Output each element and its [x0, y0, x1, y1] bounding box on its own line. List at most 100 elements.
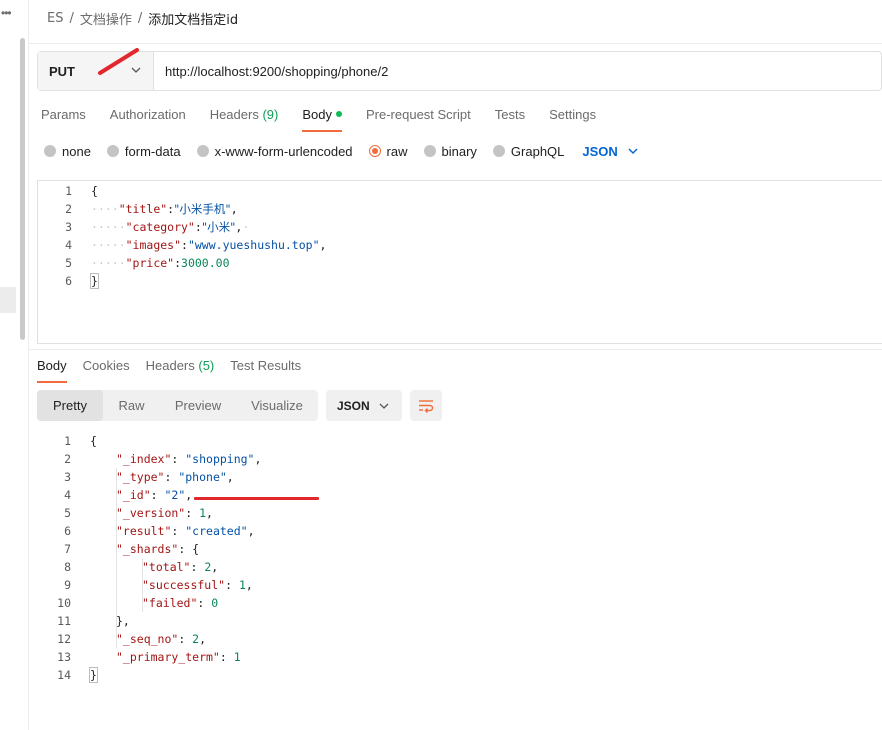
code-token: ,	[226, 470, 234, 484]
response-tab-body[interactable]: Body	[37, 358, 67, 383]
method-select[interactable]: PUT	[38, 52, 154, 90]
tab-settings[interactable]: Settings	[549, 107, 596, 131]
line-number: 14	[57, 668, 71, 682]
code-token: :	[171, 452, 186, 466]
code-line: 7 "_shards": {	[37, 540, 882, 558]
red-underline-mark	[194, 497, 319, 500]
indent-guide	[116, 468, 117, 648]
code-token: "phone"	[178, 470, 227, 484]
radio-icon[interactable]	[44, 145, 56, 157]
code-token: ,	[199, 632, 207, 646]
code-token: : {	[178, 542, 200, 556]
code-content: "failed": 0	[142, 596, 218, 610]
tab-body[interactable]: Body	[302, 107, 342, 132]
code-line: 1{	[38, 182, 882, 200]
view-mode-pretty[interactable]: Pretty	[37, 390, 103, 421]
breadcrumb-collection[interactable]: ES	[47, 11, 63, 26]
code-content: "result": "created",	[116, 524, 255, 538]
view-mode-preview[interactable]: Preview	[160, 390, 236, 421]
code-token: "2"	[164, 488, 186, 502]
body-type-none[interactable]: none	[44, 144, 91, 159]
code-token: ,	[245, 578, 253, 592]
code-token: :	[181, 238, 188, 252]
radio-icon[interactable]	[423, 145, 436, 157]
tab-count-badge: (5)	[198, 358, 215, 373]
line-number: 4	[64, 488, 71, 502]
code-token: "total"	[142, 560, 191, 574]
radio-icon[interactable]	[492, 145, 505, 157]
response-format-select[interactable]: JSON	[326, 390, 402, 421]
code-token: :	[197, 596, 212, 610]
code-token: },	[116, 614, 130, 628]
tab-pre-request-script[interactable]: Pre-request Script	[366, 107, 471, 131]
line-number: 3	[65, 220, 72, 234]
code-token: ,	[319, 238, 327, 252]
code-token: 1	[238, 578, 246, 592]
request-body-editor[interactable]: 1{2 ····"title":"小米手机", 3 ·····"category":"…	[37, 180, 882, 344]
tab-label: Headers	[145, 358, 195, 373]
chevron-down-icon	[379, 403, 389, 409]
radio-icon[interactable]	[196, 145, 209, 157]
body-type-label: raw	[386, 143, 408, 159]
code-token: "www.yueshushu.top"	[187, 238, 320, 252]
body-type-x-www-form-urlencoded[interactable]: x-www-form-urlencoded	[196, 144, 353, 159]
breadcrumb-request-name[interactable]: 添加文档指定id	[148, 9, 238, 28]
url-input[interactable]	[154, 52, 881, 90]
tab-headers[interactable]: Headers (9)	[210, 107, 279, 131]
code-line: 8 "total": 2,	[37, 558, 882, 576]
tab-tests[interactable]: Tests	[495, 107, 525, 131]
wrap-lines-button[interactable]	[410, 390, 442, 421]
line-number: 9	[64, 578, 71, 592]
code-line: 10 "failed": 0	[37, 594, 882, 612]
response-tab-test-results[interactable]: Test Results	[230, 358, 301, 382]
method-label: PUT	[49, 63, 75, 79]
body-type-raw[interactable]: raw	[368, 143, 408, 159]
code-content: {	[90, 434, 97, 448]
more-horizontal-icon[interactable]: •••	[1, 6, 12, 20]
view-mode-raw[interactable]: Raw	[103, 390, 160, 421]
code-token: :	[219, 650, 234, 664]
code-token: 1	[233, 650, 241, 664]
divider	[29, 349, 882, 350]
code-token: :	[171, 524, 186, 538]
code-token: ,	[254, 452, 262, 466]
breadcrumb-separator: /	[69, 10, 74, 26]
code-token: ····	[91, 202, 119, 216]
breadcrumb: ES / 文档操作 / 添加文档指定id	[47, 9, 238, 28]
body-format-select[interactable]: JSON	[582, 143, 638, 159]
body-type-form-data[interactable]: form-data	[106, 144, 181, 159]
code-token: "_id"	[116, 488, 151, 502]
response-body-viewer[interactable]: 1{2 "_index": "shopping", 3 "_type": "phone…	[37, 432, 882, 684]
line-number: 6	[65, 274, 72, 288]
response-tab-headers[interactable]: Headers (5)	[146, 358, 215, 382]
code-token: ·····	[91, 238, 126, 252]
body-type-binary[interactable]: binary	[423, 144, 477, 159]
body-format-label: JSON	[582, 143, 618, 159]
tab-label: Test Results	[230, 358, 302, 373]
line-number: 5	[65, 256, 72, 270]
body-type-graphql[interactable]: GraphQL	[492, 144, 564, 159]
view-mode-visualize[interactable]: Visualize	[236, 390, 318, 421]
tab-label: Pre-request Script	[365, 107, 471, 122]
code-token: ,	[247, 524, 255, 538]
sidebar-selected-item[interactable]	[0, 287, 16, 313]
tab-params[interactable]: Params	[41, 107, 86, 131]
code-content: }	[89, 667, 98, 683]
code-line: 3 ·····"category":"小米",·	[38, 218, 882, 236]
code-token: "_seq_no"	[116, 632, 179, 646]
tab-authorization[interactable]: Authorization	[110, 107, 186, 131]
response-tabs: Body Cookies Headers (5) Test Results	[37, 358, 317, 383]
code-token: "小米手机"	[174, 202, 231, 216]
radio-icon[interactable]	[106, 145, 119, 157]
breadcrumb-folder[interactable]: 文档操作	[80, 9, 132, 28]
response-tab-cookies[interactable]: Cookies	[83, 358, 130, 382]
code-token: :	[190, 560, 205, 574]
tab-count-badge: (9)	[262, 107, 279, 122]
sidebar-scrollbar[interactable]	[20, 38, 25, 340]
code-content: {	[91, 184, 98, 198]
tab-label: Cookies	[82, 358, 130, 373]
radio-icon[interactable]	[368, 145, 381, 157]
code-content: ····"title":"小米手机",	[91, 201, 238, 217]
code-token: :	[150, 488, 165, 502]
code-token: ·····	[91, 256, 126, 270]
